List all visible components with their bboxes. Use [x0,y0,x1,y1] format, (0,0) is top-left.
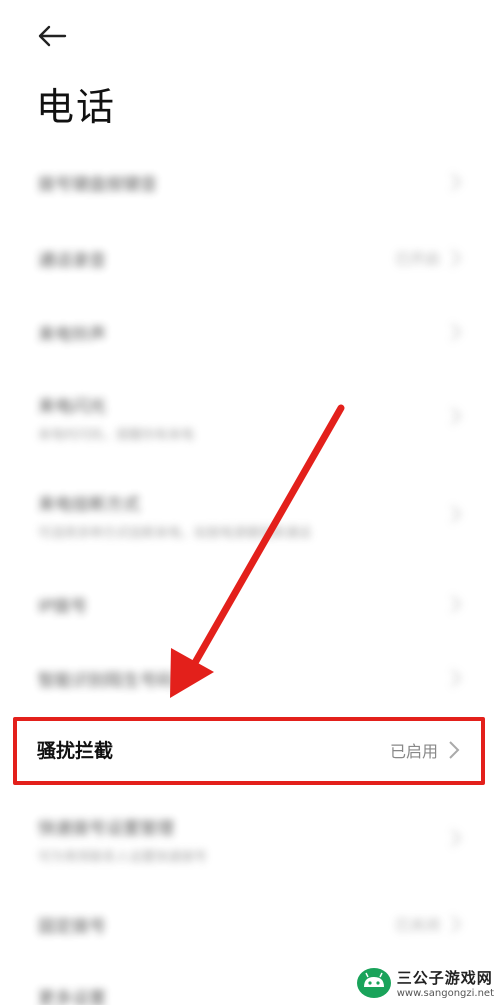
android-logo-icon [356,968,391,998]
watermark: 三公子游戏网 www.sangongzi.net [356,967,494,999]
watermark-url: www.sangongzi.net [396,988,494,999]
watermark-name: 三公子游戏网 [396,969,493,987]
annotation-arrow-icon [170,404,345,698]
